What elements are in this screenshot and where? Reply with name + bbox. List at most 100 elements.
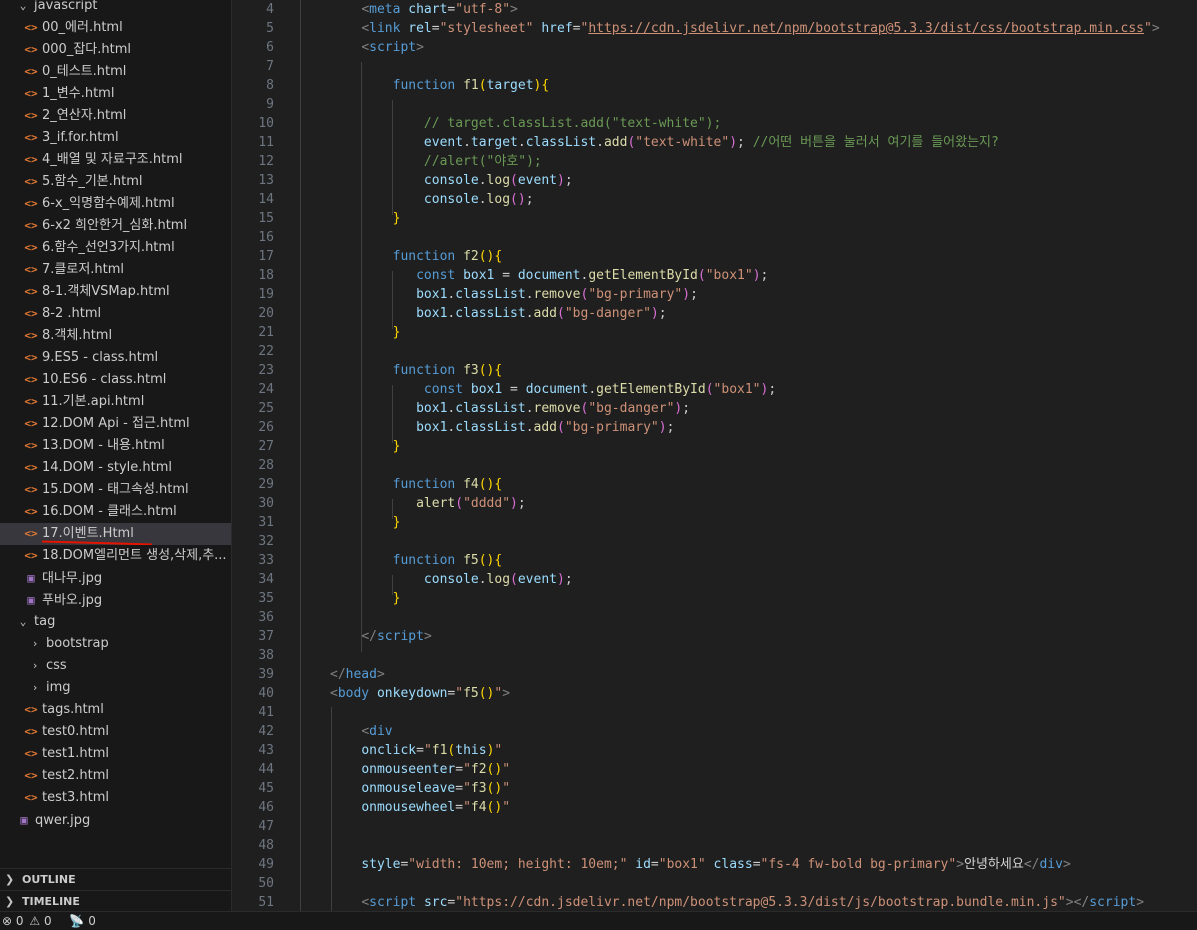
code-line[interactable]: 23 function f3(){ bbox=[232, 361, 1197, 380]
code-line[interactable]: 5 <link rel="stylesheet" href="https://c… bbox=[232, 19, 1197, 38]
tree-file[interactable]: <> 0_테스트.html bbox=[0, 61, 231, 83]
code-line[interactable]: 41 bbox=[232, 703, 1197, 722]
code-line[interactable]: 14 console.log(); bbox=[232, 190, 1197, 209]
tree-folder[interactable]: ⌄ javascript bbox=[0, 0, 231, 17]
tree-folder[interactable]: › img bbox=[0, 677, 231, 699]
code-line[interactable]: 19 box1.classList.remove("bg-primary"); bbox=[232, 285, 1197, 304]
code-line[interactable]: 44 onmouseenter="f2()" bbox=[232, 760, 1197, 779]
code-line[interactable]: 34 console.log(event); bbox=[232, 570, 1197, 589]
tree-folder[interactable]: › css bbox=[0, 655, 231, 677]
timeline-panel-header[interactable]: ❯ TIMELINE bbox=[0, 890, 231, 911]
code-line[interactable]: 38 bbox=[232, 646, 1197, 665]
code-line[interactable]: 46 onmousewheel="f4()" bbox=[232, 798, 1197, 817]
tree-file[interactable]: <> 13.DOM - 내용.html bbox=[0, 435, 231, 457]
code-line[interactable]: 39 </head> bbox=[232, 665, 1197, 684]
tree-file[interactable]: <> 8.객체.html bbox=[0, 325, 231, 347]
errors-count[interactable]: 0 bbox=[16, 912, 24, 930]
code-line[interactable]: 18 const box1 = document.getElementById(… bbox=[232, 266, 1197, 285]
tree-file[interactable]: <> 9.ES5 - class.html bbox=[0, 347, 231, 369]
code-line[interactable]: 8 function f1(target){ bbox=[232, 76, 1197, 95]
warnings-count[interactable]: 0 bbox=[44, 912, 52, 930]
tree-file[interactable]: <> 14.DOM - style.html bbox=[0, 457, 231, 479]
ports-icon[interactable]: 📡 bbox=[69, 912, 84, 930]
code-line[interactable]: 10 // target.classList.add("text-white")… bbox=[232, 114, 1197, 133]
code-line[interactable]: 40 <body onkeydown="f5()"> bbox=[232, 684, 1197, 703]
code-line[interactable]: 6 <script> bbox=[232, 38, 1197, 57]
code-line[interactable]: 21 } bbox=[232, 323, 1197, 342]
tree-file[interactable]: <> test1.html bbox=[0, 743, 231, 765]
code-line[interactable]: 4 <meta chart="utf-8"> bbox=[232, 0, 1197, 19]
tree-file[interactable]: <> 12.DOM Api - 접근.html bbox=[0, 413, 231, 435]
code-line[interactable]: 32 bbox=[232, 532, 1197, 551]
tree-file[interactable]: <> 6-x2 희안한거_심화.html bbox=[0, 215, 231, 237]
code-line[interactable]: 27 } bbox=[232, 437, 1197, 456]
code-line[interactable]: 29 function f4(){ bbox=[232, 475, 1197, 494]
tree-file[interactable]: <> 00_에러.html bbox=[0, 17, 231, 39]
tree-folder[interactable]: › bootstrap bbox=[0, 633, 231, 655]
code-line[interactable]: 22 bbox=[232, 342, 1197, 361]
tree-file[interactable]: <> 15.DOM - 태그속성.html bbox=[0, 479, 231, 501]
warnings-icon[interactable]: ⚠ bbox=[29, 912, 40, 930]
tree-folder[interactable]: ⌄ tag bbox=[0, 611, 231, 633]
code-line[interactable]: 30 alert("dddd"); bbox=[232, 494, 1197, 513]
tree-file[interactable]: <> 000_잡다.html bbox=[0, 39, 231, 61]
code-line[interactable]: 48 bbox=[232, 836, 1197, 855]
tree-file[interactable]: <> 3_if.for.html bbox=[0, 127, 231, 149]
code-line[interactable]: 28 bbox=[232, 456, 1197, 475]
line-number: 47 bbox=[258, 819, 274, 834]
errors-icon[interactable]: ⊗ bbox=[2, 912, 12, 930]
tree-file[interactable]: <> 10.ES6 - class.html bbox=[0, 369, 231, 391]
code-line[interactable]: 16 bbox=[232, 228, 1197, 247]
outline-panel-header[interactable]: ❯ OUTLINE bbox=[0, 868, 231, 891]
code-line[interactable]: 31 } bbox=[232, 513, 1197, 532]
code-line[interactable]: 49 style = "width: 10em; height: 10em;" id… bbox=[232, 855, 1197, 874]
ports-count[interactable]: 0 bbox=[88, 912, 96, 930]
code-line[interactable]: 36 bbox=[232, 608, 1197, 627]
tree-file[interactable]: ▣ 대나무.jpg bbox=[0, 567, 231, 589]
tree-file[interactable]: ▣ qwer.jpg bbox=[0, 809, 231, 831]
tree-file[interactable]: <> 8-1.객체VSMap.html bbox=[0, 281, 231, 303]
code-line[interactable]: 51 <script src="https://cdn.jsdelivr.net… bbox=[232, 893, 1197, 911]
code-line[interactable]: 47 bbox=[232, 817, 1197, 836]
tree-file[interactable]: ▣ 푸바오.jpg bbox=[0, 589, 231, 611]
tree-file[interactable]: <> 8-2 .html bbox=[0, 303, 231, 325]
code-line[interactable]: 42 <div bbox=[232, 722, 1197, 741]
code-line[interactable]: 11 event.target.classList.add("text-whit… bbox=[232, 133, 1197, 152]
code-line[interactable]: 43 onclick="f1(this)" bbox=[232, 741, 1197, 760]
code-line[interactable]: 7 bbox=[232, 57, 1197, 76]
tree-file[interactable]: <> 18.DOM엘리먼트 생성,삭제,추... bbox=[0, 545, 231, 567]
code-text: function f2(){ bbox=[330, 247, 503, 266]
code-token: ; bbox=[760, 268, 769, 283]
code-line[interactable]: 12 //alert("야호"); bbox=[232, 152, 1197, 171]
tree-file[interactable]: <> 16.DOM - 클래스.html bbox=[0, 501, 231, 523]
code-line[interactable]: 15 } bbox=[232, 209, 1197, 228]
code-line[interactable]: 9 bbox=[232, 95, 1197, 114]
tree-file[interactable]: <> test3.html bbox=[0, 787, 231, 809]
code-line[interactable]: 37 </script> bbox=[232, 627, 1197, 646]
tree-file[interactable]: <> 6-x_익명함수예제.html bbox=[0, 193, 231, 215]
tree-file[interactable]: <> 7.클로저.html bbox=[0, 259, 231, 281]
code-line[interactable]: 20 box1.classList.add("bg-danger"); bbox=[232, 304, 1197, 323]
tree-file[interactable]: <> test0.html bbox=[0, 721, 231, 743]
code-editor[interactable]: 4 <meta chart="utf-8"> 5 <link rel="style… bbox=[232, 0, 1197, 911]
code-line[interactable]: 13 console.log(event); bbox=[232, 171, 1197, 190]
line-number: 34 bbox=[258, 572, 274, 587]
tree-file[interactable]: <> 5.함수_기본.html bbox=[0, 171, 231, 193]
code-line[interactable]: 35 } bbox=[232, 589, 1197, 608]
code-line[interactable]: 33 function f5(){ bbox=[232, 551, 1197, 570]
code-line[interactable]: 25 box1.classList.remove("bg-danger"); bbox=[232, 399, 1197, 418]
tree-file[interactable]: <> tags.html bbox=[0, 699, 231, 721]
code-line[interactable]: 17 function f2(){ bbox=[232, 247, 1197, 266]
tree-file[interactable]: <> 1_변수.html bbox=[0, 83, 231, 105]
tree-file[interactable]: <> 2_연산자.html bbox=[0, 105, 231, 127]
tree-file[interactable]: <> 6.함수_선언3가지.html bbox=[0, 237, 231, 259]
code-line[interactable]: 50 bbox=[232, 874, 1197, 893]
tree-file[interactable]: <> 17.이벤트.Html bbox=[0, 523, 231, 545]
code-line[interactable]: 26 box1.classList.add("bg-primary"); bbox=[232, 418, 1197, 437]
tree-file[interactable]: <> test2.html bbox=[0, 765, 231, 787]
code-line[interactable]: 24 const box1 = document.getElementById(… bbox=[232, 380, 1197, 399]
code-line[interactable]: 45 onmouseleave="f3()" bbox=[232, 779, 1197, 798]
tree-file[interactable]: <> 11.기본.api.html bbox=[0, 391, 231, 413]
tree-item-label: 6-x_익명함수예제.html bbox=[42, 196, 175, 211]
tree-file[interactable]: <> 4_배열 및 자료구조.html bbox=[0, 149, 231, 171]
